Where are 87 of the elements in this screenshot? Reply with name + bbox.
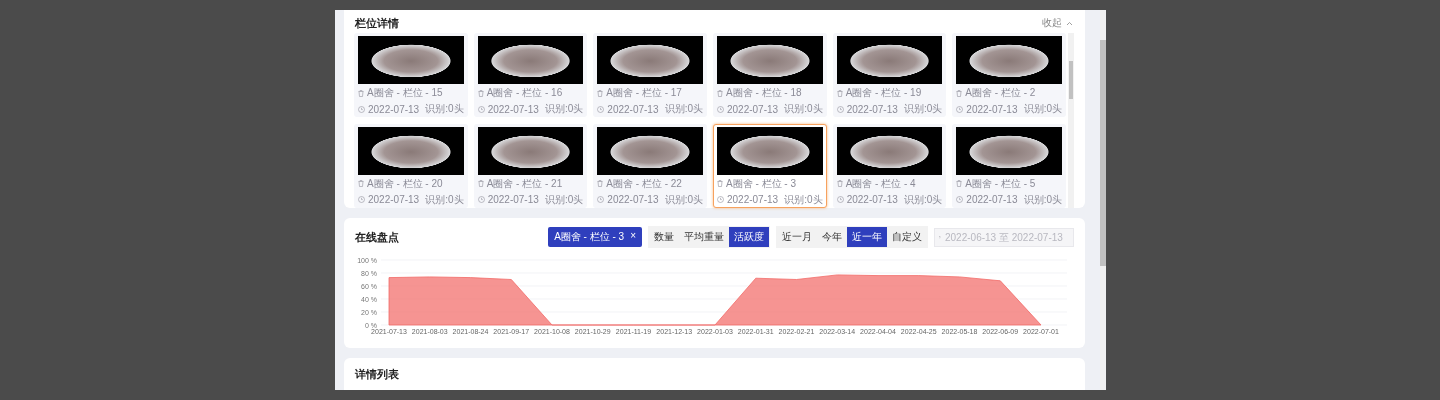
pen-count: 识别:0头	[545, 102, 584, 116]
pen-count: 识别:0头	[1023, 192, 1062, 207]
clock-icon	[358, 105, 365, 113]
pen-name: A圈舍 - 栏位 - 15	[367, 86, 443, 100]
pen-name: A圈舍 - 栏位 - 5	[965, 176, 1036, 191]
bin-icon	[836, 180, 843, 187]
clock-icon	[597, 196, 605, 203]
pen-count: 识别:0头	[664, 102, 703, 116]
clock-icon	[836, 196, 844, 203]
pen-name: A圈舍 - 栏位 - 19	[845, 86, 922, 100]
bin-icon	[836, 89, 843, 97]
clock-icon	[477, 196, 485, 203]
pen-count: 识别:0头	[425, 102, 464, 116]
bin-icon	[717, 180, 723, 187]
clock-icon	[717, 105, 724, 113]
range-tab[interactable]: 自定义	[887, 227, 927, 247]
pen-card[interactable]: A圈舍 - 栏位 - 16 2022-07-13 识别:0头	[473, 33, 588, 117]
range-tab[interactable]: 今年	[817, 227, 847, 247]
pen-date: 2022-07-13	[607, 103, 659, 115]
pen-card[interactable]: A圈舍 - 栏位 - 21 2022-07-13 识别:0头	[473, 123, 588, 208]
range-tab[interactable]: 近一月	[777, 227, 817, 247]
collapse-button[interactable]: 收起	[1042, 16, 1073, 30]
pen-count: 识别:0头	[784, 192, 823, 207]
pen-name: A圈舍 - 栏位 - 3	[726, 176, 796, 191]
bin-icon	[358, 89, 364, 97]
clock-icon	[956, 196, 964, 203]
pen-card[interactable]: A圈舍 - 栏位 - 3 2022-07-13 识别:0头	[713, 123, 827, 208]
pen-date: 2022-07-13	[846, 194, 898, 205]
pen-count: 识别:0头	[784, 102, 823, 116]
filter-chip[interactable]: A圈舍 - 栏位 - 3 ×	[548, 227, 642, 247]
pen-name: A圈舍 - 栏位 - 17	[606, 86, 682, 100]
pen-card[interactable]: A圈舍 - 栏位 - 22 2022-07-13 识别:0头	[593, 123, 707, 208]
pen-count: 识别:0头	[545, 192, 584, 207]
scrollbar[interactable]	[1100, 10, 1106, 390]
pen-name: A圈舍 - 栏位 - 4	[845, 176, 916, 191]
pen-count: 识别:0头	[904, 102, 943, 116]
bin-icon	[717, 89, 723, 97]
clock-icon	[477, 105, 485, 113]
pen-card[interactable]: A圈舍 - 栏位 - 19 2022-07-13 识别:0头	[832, 33, 947, 117]
pen-date: 2022-07-13	[966, 103, 1018, 115]
bin-icon	[597, 89, 604, 97]
pen-count: 识别:0头	[425, 192, 464, 207]
bin-icon	[956, 180, 963, 187]
metric-tab[interactable]: 平均重量	[679, 227, 729, 247]
metric-tab[interactable]: 数量	[649, 227, 679, 247]
pen-name: A圈舍 - 栏位 - 21	[486, 176, 563, 191]
clock-icon	[836, 105, 844, 113]
pen-name: A圈舍 - 栏位 - 18	[726, 86, 802, 100]
pen-date: 2022-07-13	[966, 194, 1018, 205]
section-title: 栏位详情	[355, 15, 399, 31]
pen-date: 2022-07-13	[727, 103, 779, 115]
pen-card[interactable]: A圈舍 - 栏位 - 4 2022-07-13 识别:0头	[832, 123, 947, 208]
pen-date: 2022-07-13	[487, 103, 539, 115]
section-title: 详情列表	[355, 368, 399, 380]
bin-icon	[477, 180, 484, 187]
clock-icon	[717, 196, 724, 203]
pen-date: 2022-07-13	[846, 103, 898, 115]
clock-icon	[358, 196, 365, 203]
pen-name: A圈舍 - 栏位 - 16	[486, 86, 563, 100]
pen-name: A圈舍 - 栏位 - 20	[367, 176, 443, 191]
bin-icon	[597, 180, 604, 187]
metric-tab[interactable]: 活跃度	[729, 227, 769, 247]
bin-icon	[956, 89, 963, 97]
pen-card[interactable]: A圈舍 - 栏位 - 15 2022-07-13 识别:0头	[354, 33, 468, 117]
pen-date: 2022-07-13	[487, 194, 539, 205]
pen-date: 2022-07-13	[368, 194, 420, 205]
section-title: 在线盘点	[355, 229, 399, 245]
pen-card[interactable]: A圈舍 - 栏位 - 17 2022-07-13 识别:0头	[593, 33, 707, 117]
chevron-up-icon	[1066, 20, 1073, 26]
pen-card[interactable]: A圈舍 - 栏位 - 20 2022-07-13 识别:0头	[354, 123, 468, 208]
pen-date: 2022-07-13	[368, 103, 420, 115]
clock-icon	[956, 105, 964, 113]
bin-icon	[358, 180, 364, 187]
range-tab[interactable]: 近一年	[847, 227, 887, 247]
pen-count: 识别:0头	[664, 192, 703, 207]
bin-icon	[477, 89, 484, 97]
pen-date: 2022-07-13	[727, 194, 779, 205]
pen-card[interactable]: A圈舍 - 栏位 - 5 2022-07-13 识别:0头	[952, 123, 1066, 208]
pen-name: A圈舍 - 栏位 - 2	[965, 86, 1036, 100]
pen-count: 识别:0头	[904, 192, 943, 207]
pen-name: A圈舍 - 栏位 - 22	[606, 176, 682, 191]
scrollbar[interactable]	[1068, 33, 1074, 208]
pen-date: 2022-07-13	[607, 194, 659, 205]
pen-card[interactable]: A圈舍 - 栏位 - 18 2022-07-13 识别:0头	[713, 33, 827, 117]
pen-count: 识别:0头	[1023, 102, 1062, 116]
pen-card[interactable]: A圈舍 - 栏位 - 2 2022-07-13 识别:0头	[952, 33, 1066, 117]
clock-icon	[597, 105, 605, 113]
